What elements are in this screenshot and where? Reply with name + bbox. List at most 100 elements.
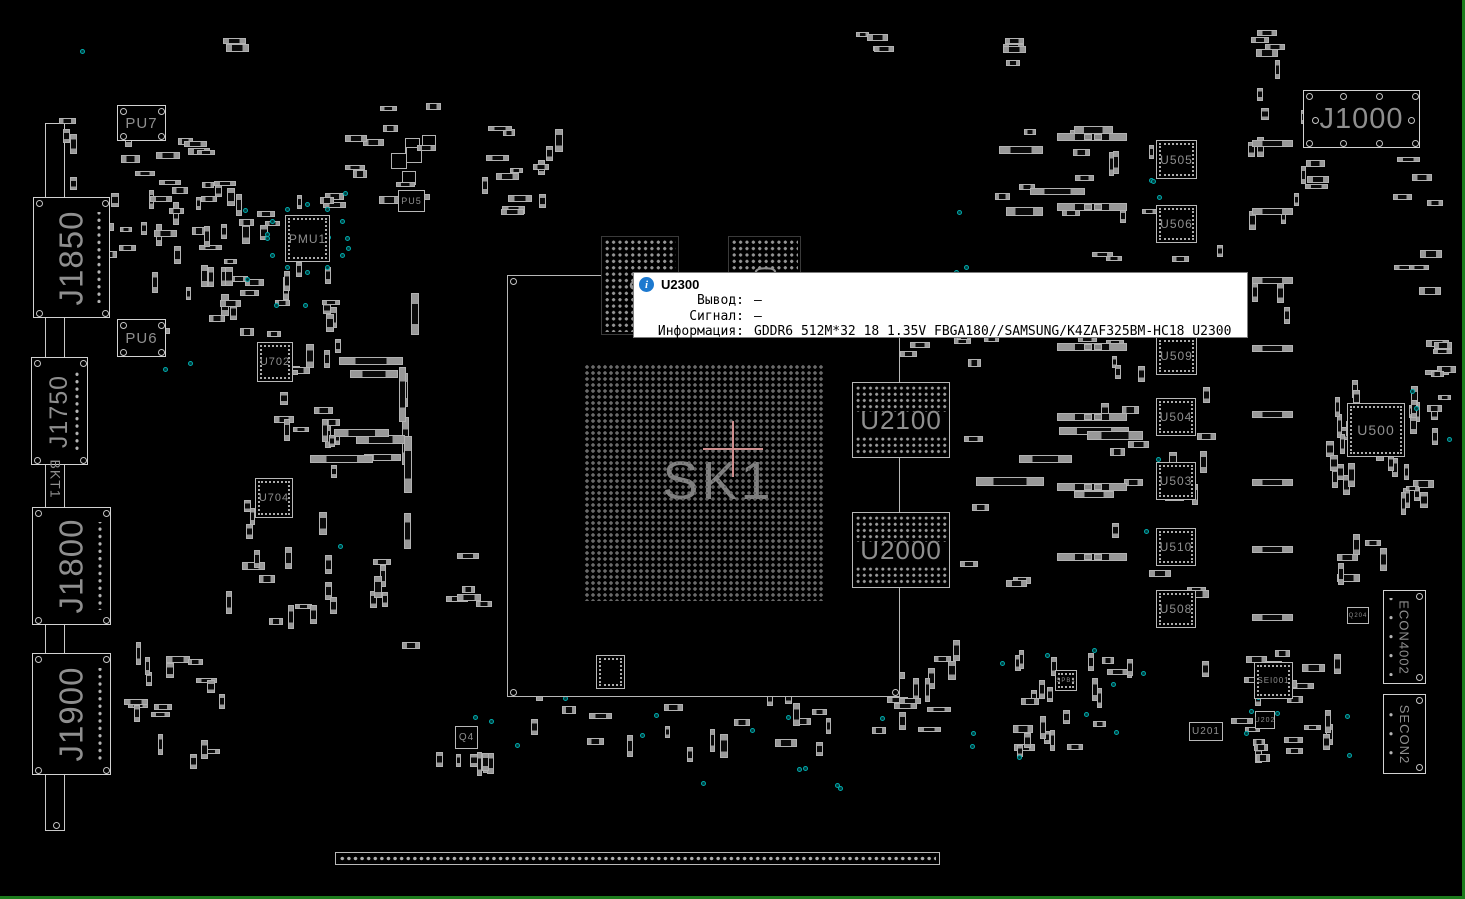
passive-component[interactable]	[1073, 149, 1090, 156]
passive-component[interactable]	[1003, 46, 1026, 53]
passive-component[interactable]	[240, 328, 254, 336]
passive-component[interactable]	[456, 754, 462, 767]
passive-component[interactable]	[1427, 200, 1443, 206]
passive-component[interactable]	[1115, 365, 1121, 379]
passive-component[interactable]	[382, 592, 388, 607]
component-sei001[interactable]: SEI001	[1254, 662, 1293, 699]
passive-component[interactable]	[1200, 451, 1207, 472]
board-canvas[interactable]: PU7J1850PU6J1750BKT1J1800J1900PMU1PU5U70…	[0, 0, 1465, 899]
component-u504[interactable]: U504	[1156, 398, 1196, 436]
passive-component[interactable]	[322, 419, 328, 442]
component-u510[interactable]: U510	[1156, 528, 1196, 566]
passive-component[interactable]	[1252, 411, 1293, 418]
passive-component[interactable]	[225, 267, 232, 286]
passive-component[interactable]	[1057, 483, 1127, 491]
passive-component[interactable]	[319, 512, 326, 535]
passive-component[interactable]	[1084, 414, 1092, 420]
passive-component[interactable]	[1427, 405, 1442, 411]
passive-component[interactable]	[1302, 664, 1324, 671]
passive-component[interactable]	[1067, 744, 1083, 749]
passive-component[interactable]	[227, 188, 235, 205]
passive-component[interactable]	[1197, 433, 1216, 440]
component-pu5[interactable]: PU5	[398, 190, 425, 212]
passive-component[interactable]	[496, 173, 519, 180]
passive-component[interactable]	[501, 209, 523, 215]
passive-component[interactable]	[1024, 129, 1037, 135]
passive-component[interactable]	[345, 165, 365, 170]
passive-component[interactable]	[325, 555, 332, 574]
passive-component[interactable]	[353, 170, 367, 178]
passive-component[interactable]	[953, 640, 960, 661]
passive-component[interactable]	[1277, 283, 1284, 303]
passive-component[interactable]	[1097, 688, 1103, 707]
passive-component[interactable]	[976, 477, 1044, 486]
passive-component[interactable]	[1172, 256, 1189, 262]
passive-component[interactable]	[546, 146, 552, 161]
passive-component[interactable]	[119, 245, 136, 251]
passive-component[interactable]	[240, 290, 259, 296]
passive-component[interactable]	[1120, 209, 1126, 223]
passive-component[interactable]	[285, 547, 292, 569]
passive-component[interactable]	[1024, 733, 1031, 748]
passive-component[interactable]	[1252, 208, 1293, 215]
passive-component[interactable]	[121, 155, 140, 163]
passive-component[interactable]	[184, 141, 207, 146]
passive-component[interactable]	[948, 661, 956, 680]
passive-component[interactable]	[214, 181, 236, 186]
passive-component[interactable]	[284, 419, 290, 441]
passive-component[interactable]	[1251, 37, 1269, 43]
passive-component[interactable]	[964, 436, 983, 442]
passive-component[interactable]	[280, 392, 288, 405]
passive-component[interactable]	[1252, 546, 1293, 553]
passive-component[interactable]	[293, 427, 309, 432]
passive-component[interactable]	[186, 287, 192, 300]
passive-component[interactable]	[59, 118, 76, 123]
passive-component[interactable]	[1365, 540, 1381, 546]
passive-component[interactable]	[350, 370, 398, 378]
passive-component[interactable]	[720, 734, 727, 758]
passive-component[interactable]	[120, 227, 132, 232]
passive-component[interactable]	[188, 659, 203, 666]
passive-component[interactable]	[1142, 209, 1157, 214]
passive-component[interactable]	[269, 618, 283, 626]
passive-component[interactable]	[1050, 730, 1055, 752]
passive-component[interactable]	[201, 265, 208, 287]
passive-component[interactable]	[436, 752, 443, 767]
component-pmu1[interactable]: PMU1	[285, 215, 330, 262]
passive-component[interactable]	[201, 196, 216, 202]
passive-component[interactable]	[426, 103, 441, 110]
passive-component[interactable]	[204, 226, 210, 247]
passive-component[interactable]	[562, 706, 576, 714]
passive-component[interactable]	[1057, 553, 1127, 561]
passive-component[interactable]	[968, 359, 982, 367]
passive-component[interactable]	[1257, 30, 1277, 36]
passive-component[interactable]	[1231, 718, 1254, 724]
component-u508[interactable]: U508	[1156, 590, 1196, 628]
passive-component[interactable]	[1075, 175, 1094, 181]
passive-component[interactable]	[330, 597, 337, 614]
passive-component[interactable]	[70, 177, 77, 190]
passive-component[interactable]	[1380, 548, 1388, 571]
component-q4[interactable]: Q4	[455, 726, 478, 749]
passive-component[interactable]	[960, 561, 978, 568]
component-u201[interactable]: U201	[1189, 722, 1223, 741]
passive-component[interactable]	[934, 656, 951, 661]
passive-component[interactable]	[816, 742, 823, 756]
passive-component[interactable]	[136, 642, 141, 665]
passive-component[interactable]	[910, 342, 930, 348]
passive-component[interactable]	[156, 152, 180, 159]
passive-component[interactable]	[1093, 721, 1106, 727]
passive-component[interactable]	[1084, 484, 1092, 490]
passive-component[interactable]	[335, 339, 341, 353]
passive-component[interactable]	[1149, 570, 1171, 577]
passive-component[interactable]	[900, 351, 917, 358]
passive-component[interactable]	[470, 754, 478, 767]
passive-component[interactable]	[1039, 680, 1045, 699]
passive-component[interactable]	[1094, 484, 1102, 490]
passive-component[interactable]	[70, 134, 77, 153]
component-u506[interactable]: U506	[1156, 205, 1197, 243]
passive-component[interactable]	[1088, 653, 1094, 671]
passive-component[interactable]	[1304, 725, 1322, 730]
passive-component[interactable]	[1353, 534, 1360, 555]
passive-component[interactable]	[482, 753, 488, 771]
